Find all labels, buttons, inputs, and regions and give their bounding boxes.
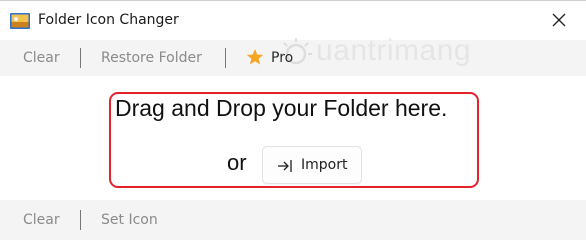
toolbar-divider xyxy=(80,210,81,230)
or-label: or xyxy=(227,150,247,175)
clear-bottom-button[interactable]: Clear xyxy=(23,200,60,240)
import-label: Import xyxy=(301,157,348,173)
watermark-text: uantrimang xyxy=(316,34,472,67)
restore-folder-button[interactable]: Restore Folder xyxy=(101,40,202,76)
window-title: Folder Icon Changer xyxy=(38,12,179,28)
drop-message: Drag and Drop your Folder here. xyxy=(115,95,448,121)
clear-button[interactable]: Clear xyxy=(23,40,60,76)
toolbar-divider xyxy=(80,48,81,68)
close-icon[interactable] xyxy=(548,9,570,31)
import-button[interactable]: Import xyxy=(262,146,362,184)
toolbar-divider xyxy=(225,48,226,68)
set-icon-button[interactable]: Set Icon xyxy=(101,200,158,240)
import-arrow-icon xyxy=(278,160,292,172)
bottom-toolbar: Clear Set Icon xyxy=(0,200,586,240)
pro-button[interactable]: Pro xyxy=(271,40,293,76)
star-icon[interactable] xyxy=(246,48,264,66)
folder-picture-icon xyxy=(10,13,30,29)
